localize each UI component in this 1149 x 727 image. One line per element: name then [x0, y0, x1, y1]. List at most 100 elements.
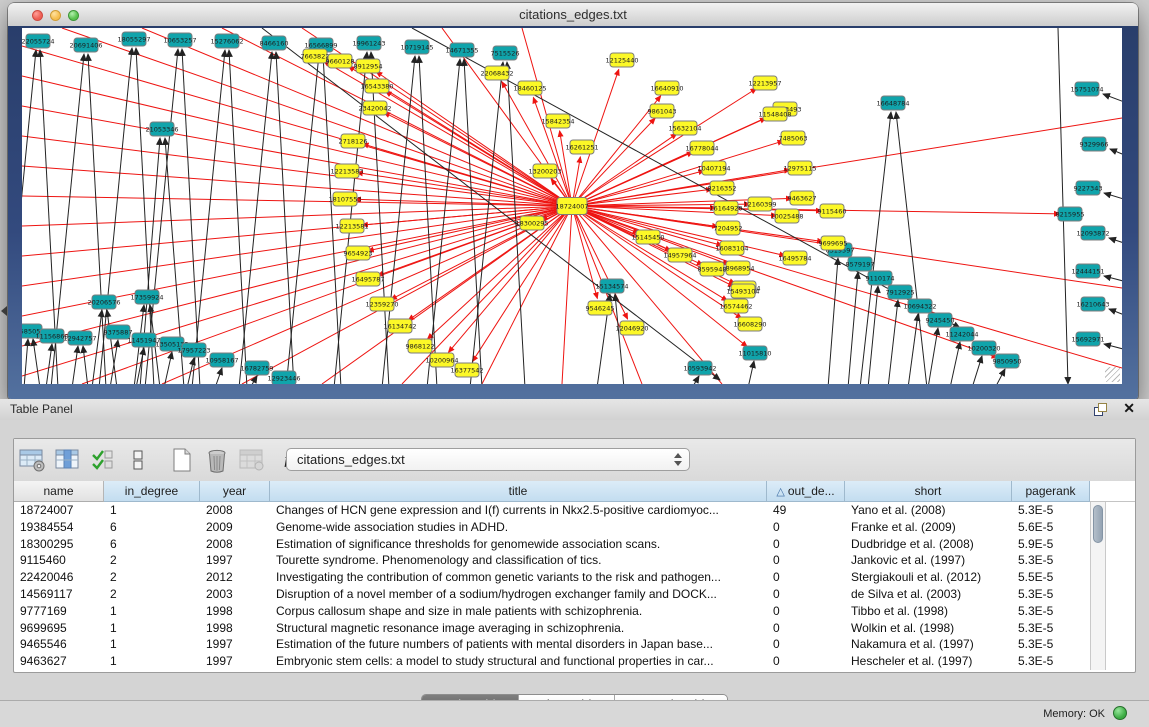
- import-table-button[interactable]: [236, 444, 268, 476]
- collapse-panel-arrow-icon[interactable]: [1, 306, 7, 316]
- table-cell[interactable]: 1997: [200, 636, 270, 653]
- table-cell[interactable]: 5.3E-5: [1012, 586, 1090, 603]
- table-row[interactable]: 2242004622012Investigating the contribut…: [14, 569, 1135, 586]
- table-cell[interactable]: 6: [104, 519, 200, 536]
- table-cell[interactable]: 1: [104, 603, 200, 620]
- table-cell[interactable]: 1: [104, 653, 200, 670]
- table-cell[interactable]: Wolkin et al. (1998): [845, 620, 1012, 637]
- table-row[interactable]: 1830029562008Estimation of significance …: [14, 536, 1135, 553]
- table-cell[interactable]: Nakamura et al. (1997): [845, 636, 1012, 653]
- table-cell[interactable]: 9463627: [14, 653, 104, 670]
- row-height-button[interactable]: [122, 444, 154, 476]
- table-cell[interactable]: Yano et al. (2008): [845, 502, 1012, 519]
- column-header-out-de-[interactable]: △out_de...: [767, 481, 845, 502]
- table-cell[interactable]: 0: [767, 653, 845, 670]
- window-titlebar[interactable]: citations_edges.txt: [8, 3, 1138, 27]
- table-cell[interactable]: 2: [104, 569, 200, 586]
- column-header-in-degree[interactable]: in_degree: [104, 481, 200, 502]
- table-row[interactable]: 977716911998Corpus callosum shape and si…: [14, 603, 1135, 620]
- table-cell[interactable]: 2008: [200, 502, 270, 519]
- table-cell[interactable]: 18724007: [14, 502, 104, 519]
- table-cell[interactable]: 5.3E-5: [1012, 620, 1090, 637]
- table-cell[interactable]: Genome-wide association studies in ADHD.: [270, 519, 767, 536]
- create-table-button[interactable]: [166, 444, 198, 476]
- table-cell[interactable]: 2: [104, 586, 200, 603]
- table-cell[interactable]: Embryonic stem cells: a model to study s…: [270, 653, 767, 670]
- table-cell[interactable]: Tibbo et al. (1998): [845, 603, 1012, 620]
- close-panel-icon[interactable]: ✕: [1123, 400, 1135, 417]
- table-vertical-scrollbar[interactable]: [1090, 502, 1106, 670]
- table-row[interactable]: 1872400712008Changes of HCN gene express…: [14, 502, 1135, 519]
- table-cell[interactable]: 0: [767, 536, 845, 553]
- table-cell[interactable]: 5.9E-5: [1012, 536, 1090, 553]
- table-cell[interactable]: 2012: [200, 569, 270, 586]
- table-row[interactable]: 969969511998Structural magnetic resonanc…: [14, 620, 1135, 637]
- table-cell[interactable]: 1997: [200, 653, 270, 670]
- table-cell[interactable]: Hescheler et al. (1997): [845, 653, 1012, 670]
- table-cell[interactable]: Corpus callosum shape and size in male p…: [270, 603, 767, 620]
- select-rows-button[interactable]: [87, 444, 119, 476]
- table-cell[interactable]: Franke et al. (2009): [845, 519, 1012, 536]
- table-cell[interactable]: 0: [767, 586, 845, 603]
- table-cell[interactable]: 5.3E-5: [1012, 502, 1090, 519]
- table-cell[interactable]: Stergiakouli et al. (2012): [845, 569, 1012, 586]
- table-cell[interactable]: 1998: [200, 620, 270, 637]
- column-header-short[interactable]: short: [845, 481, 1012, 502]
- network-canvas[interactable]: 1872400722055724206914061805529710653257…: [22, 28, 1122, 384]
- table-cell[interactable]: 5.6E-5: [1012, 519, 1090, 536]
- table-cell[interactable]: Tourette syndrome. Phenomenology and cla…: [270, 552, 767, 569]
- table-select-dropdown[interactable]: citations_edges.txt: [286, 448, 690, 471]
- table-cell[interactable]: 19384554: [14, 519, 104, 536]
- table-row[interactable]: 1938455462009Genome-wide association stu…: [14, 519, 1135, 536]
- table-cell[interactable]: Estimation of significance thresholds fo…: [270, 536, 767, 553]
- table-cell[interactable]: 5.3E-5: [1012, 603, 1090, 620]
- column-header-year[interactable]: year: [200, 481, 270, 502]
- table-cell[interactable]: 0: [767, 603, 845, 620]
- table-cell[interactable]: de Silva et al. (2003): [845, 586, 1012, 603]
- table-row[interactable]: 946554611997Estimation of the future num…: [14, 636, 1135, 653]
- table-cell[interactable]: 1998: [200, 603, 270, 620]
- table-cell[interactable]: 2: [104, 552, 200, 569]
- network-graph-svg[interactable]: 1872400722055724206914061805529710653257…: [22, 28, 1122, 384]
- table-cell[interactable]: Dudbridge et al. (2008): [845, 536, 1012, 553]
- table-cell[interactable]: 49: [767, 502, 845, 519]
- window-resize-grip[interactable]: [1105, 367, 1120, 382]
- column-header-pagerank[interactable]: pagerank: [1012, 481, 1090, 502]
- table-row[interactable]: 911546021997Tourette syndrome. Phenomeno…: [14, 552, 1135, 569]
- table-settings-button[interactable]: [17, 444, 49, 476]
- float-panel-icon[interactable]: [1094, 403, 1107, 416]
- table-row[interactable]: 946362711997Embryonic stem cells: a mode…: [14, 653, 1135, 670]
- table-cell[interactable]: 5.3E-5: [1012, 552, 1090, 569]
- table-cell[interactable]: Changes of HCN gene expression and I(f) …: [270, 502, 767, 519]
- table-cell[interactable]: 9115460: [14, 552, 104, 569]
- table-cell[interactable]: 9699695: [14, 620, 104, 637]
- table-cell[interactable]: Jankovic et al. (1997): [845, 552, 1012, 569]
- delete-table-button[interactable]: [201, 444, 233, 476]
- memory-ok-indicator[interactable]: [1113, 706, 1127, 720]
- table-cell[interactable]: Disruption of a novel member of a sodium…: [270, 586, 767, 603]
- table-row[interactable]: 1456911722003Disruption of a novel membe…: [14, 586, 1135, 603]
- table-cell[interactable]: 22420046: [14, 569, 104, 586]
- table-cell[interactable]: 1: [104, 620, 200, 637]
- table-cell[interactable]: 2003: [200, 586, 270, 603]
- table-cell[interactable]: 0: [767, 636, 845, 653]
- table-cell[interactable]: 5.3E-5: [1012, 636, 1090, 653]
- table-cell[interactable]: 0: [767, 569, 845, 586]
- table-cell[interactable]: 0: [767, 620, 845, 637]
- show-columns-button[interactable]: [52, 444, 84, 476]
- table-cell[interactable]: 18300295: [14, 536, 104, 553]
- table-cell[interactable]: 9465546: [14, 636, 104, 653]
- table-cell[interactable]: Structural magnetic resonance image aver…: [270, 620, 767, 637]
- table-cell[interactable]: 5.3E-5: [1012, 653, 1090, 670]
- table-cell[interactable]: 2008: [200, 536, 270, 553]
- table-cell[interactable]: 1: [104, 636, 200, 653]
- table-cell[interactable]: 1997: [200, 552, 270, 569]
- table-cell[interactable]: 5.5E-5: [1012, 569, 1090, 586]
- column-header-title[interactable]: title: [270, 481, 767, 502]
- table-cell[interactable]: 0: [767, 519, 845, 536]
- table-cell[interactable]: 0: [767, 552, 845, 569]
- table-cell[interactable]: Estimation of the future numbers of pati…: [270, 636, 767, 653]
- table-cell[interactable]: 14569117: [14, 586, 104, 603]
- table-cell[interactable]: 6: [104, 536, 200, 553]
- table-cell[interactable]: 2009: [200, 519, 270, 536]
